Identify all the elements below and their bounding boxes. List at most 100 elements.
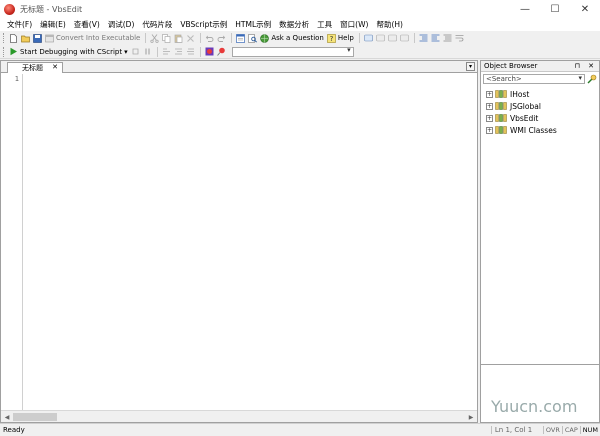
indent-icon (419, 34, 428, 41)
debug-dropdown-icon[interactable]: ▾ (124, 48, 128, 56)
open-file-button[interactable] (20, 32, 31, 44)
step-icon (132, 48, 139, 55)
ask-question-button[interactable]: Ask a Question (259, 32, 325, 44)
breakpoint-icon (205, 47, 214, 56)
clear-breakpoints-button[interactable] (216, 46, 227, 58)
bookmark-button[interactable] (387, 32, 398, 44)
next-bookmark-button[interactable] (399, 32, 410, 44)
step-over-button[interactable] (173, 46, 184, 58)
copy-button[interactable] (161, 32, 172, 44)
library-icon (495, 114, 507, 122)
horizontal-scrollbar[interactable]: ◀ ▶ (1, 410, 477, 422)
object-tree: + IHost + JSGlobal + VbsEdit + WMI Class… (481, 86, 599, 136)
comment-button[interactable] (363, 32, 374, 44)
close-button[interactable]: ✕ (570, 0, 600, 18)
format-icon (443, 34, 452, 41)
status-bar: Ready Ln 1, Col 1 OVR CAP NUM (0, 423, 600, 436)
menu-snippets[interactable]: 代码片段 (138, 19, 176, 30)
step-out-button[interactable] (185, 46, 196, 58)
menu-view[interactable]: 查看(V) (70, 19, 104, 30)
library-icon (495, 90, 507, 98)
num-lock-indicator: NUM (579, 426, 600, 434)
debug-toolbar: Start Debugging with CScript ▾ (0, 45, 600, 59)
tab-close-icon[interactable]: ✕ (52, 63, 58, 71)
editor-pane: 无标题 ✕ ▾ 1 ◀ ▶ (0, 60, 478, 423)
help-icon: ? (327, 33, 336, 43)
delete-button[interactable] (185, 32, 196, 44)
tree-item-ihost[interactable]: + IHost (486, 88, 599, 100)
pane-pin-close-icon[interactable]: ⊓ ✕ (574, 62, 597, 70)
step-into-button[interactable] (161, 46, 172, 58)
toolbar-grip[interactable] (3, 46, 5, 57)
window-icon (236, 33, 246, 43)
toolbar-separator (358, 33, 360, 43)
search-go-icon[interactable] (587, 74, 597, 84)
start-debugging-button[interactable]: Start Debugging with CScript ▾ (8, 46, 129, 58)
save-button[interactable] (32, 32, 43, 44)
copy-icon (162, 33, 171, 43)
outdent-button[interactable] (430, 32, 441, 44)
menu-edit[interactable]: 编辑(E) (36, 19, 70, 30)
minimize-button[interactable]: — (510, 0, 540, 18)
convert-exe-button[interactable]: Convert Into Executable (44, 32, 141, 44)
step-button[interactable] (130, 46, 141, 58)
scroll-left-icon[interactable]: ◀ (2, 412, 12, 422)
find-button[interactable] (247, 32, 258, 44)
menu-html-samples[interactable]: HTML示例 (231, 19, 275, 30)
tree-item-label: JSGlobal (510, 101, 541, 111)
tree-item-vbsedit[interactable]: + VbsEdit (486, 112, 599, 124)
expand-icon[interactable]: + (486, 90, 493, 98)
paste-button[interactable] (173, 32, 184, 44)
toolbar-separator (231, 33, 233, 43)
script-window-button[interactable] (235, 32, 246, 44)
menu-vbscript-samples[interactable]: VBScript示例 (176, 19, 231, 30)
scroll-right-icon[interactable]: ▶ (466, 412, 476, 422)
document-tab-label: 无标题 (22, 64, 43, 72)
undo-button[interactable] (204, 32, 215, 44)
object-browser-header: Object Browser ⊓ ✕ (481, 61, 599, 72)
code-editor[interactable] (24, 74, 477, 411)
wrap-button[interactable] (454, 32, 465, 44)
tree-item-wmi-classes[interactable]: + WMI Classes (486, 124, 599, 136)
uncomment-button[interactable] (375, 32, 386, 44)
tab-list-dropdown-icon[interactable]: ▾ (466, 62, 475, 71)
debug-target-combo[interactable] (231, 46, 354, 57)
expand-icon[interactable]: + (486, 114, 493, 122)
pause-button[interactable] (142, 46, 153, 58)
menu-debug[interactable]: 调试(D) (104, 19, 139, 30)
menu-data-analysis[interactable]: 数据分析 (275, 19, 313, 30)
tree-item-jsglobal[interactable]: + JSGlobal (486, 100, 599, 112)
step-out-icon (186, 48, 194, 55)
scrollbar-thumb[interactable] (13, 413, 57, 421)
menu-window[interactable]: 窗口(W) (336, 19, 372, 30)
pause-icon (145, 48, 150, 55)
document-tab[interactable]: 无标题 ✕ (7, 62, 63, 73)
expand-icon[interactable]: + (486, 126, 493, 134)
object-search-input[interactable]: <Search> (483, 74, 585, 84)
redo-button[interactable] (216, 32, 227, 44)
cut-button[interactable] (149, 32, 160, 44)
help-button[interactable]: ? Help (326, 32, 355, 44)
maximize-button[interactable]: ☐ (540, 0, 570, 18)
overwrite-indicator: OVR (542, 426, 562, 434)
library-icon (495, 126, 507, 134)
new-file-button[interactable] (8, 32, 19, 44)
cursor-position: Ln 1, Col 1 (490, 426, 543, 434)
object-search-row: <Search> (481, 72, 599, 86)
object-browser-title: Object Browser (484, 62, 538, 70)
menu-help[interactable]: 帮助(H) (372, 19, 407, 30)
breakpoint-button[interactable] (204, 46, 215, 58)
menu-tools[interactable]: 工具 (313, 19, 336, 30)
indent-button[interactable] (418, 32, 429, 44)
format-button[interactable] (442, 32, 453, 44)
toolbar-separator (145, 33, 147, 43)
save-icon (33, 33, 42, 43)
toolbar-grip[interactable] (3, 33, 5, 43)
expand-icon[interactable]: + (486, 102, 493, 110)
standard-toolbar: Convert Into Executable Ask a Question ?… (0, 31, 600, 45)
caps-lock-indicator: CAP (561, 426, 580, 434)
help-label: Help (337, 34, 354, 42)
object-browser-pane: Object Browser ⊓ ✕ <Search> + IHost + JS… (480, 60, 600, 423)
menu-file[interactable]: 文件(F) (3, 19, 36, 30)
convert-exe-label: Convert Into Executable (56, 34, 141, 42)
